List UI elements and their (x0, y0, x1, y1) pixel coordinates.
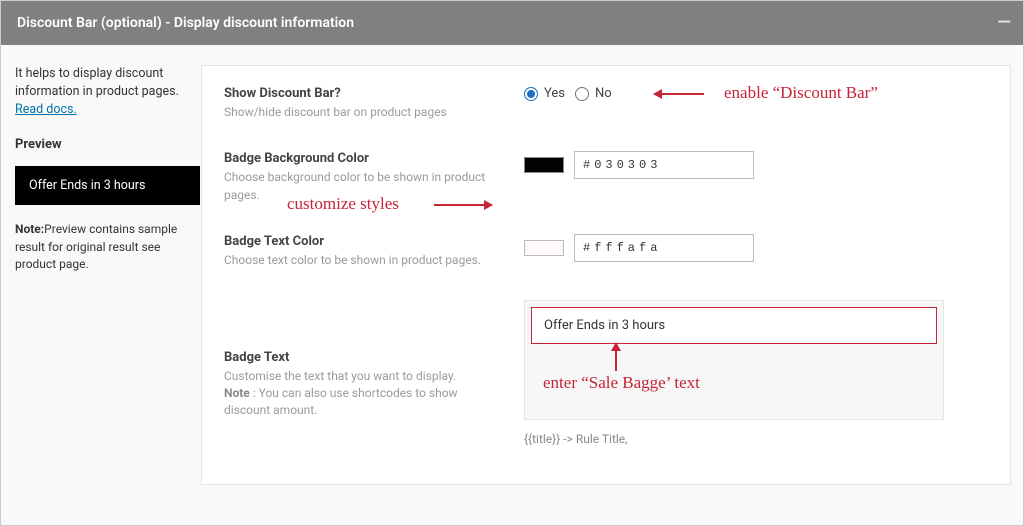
shortcode-hint: {{title}} -> Rule Title, (524, 432, 988, 446)
desc-badgetext-line1: Customise the text that you want to disp… (224, 369, 456, 383)
control-show-bar: Yes No enable “Discount Bar” (524, 86, 988, 101)
desc-show-bar: Show/hide discount bar on product pages (224, 104, 504, 121)
bg-color-input[interactable] (574, 151, 754, 179)
text-color-input[interactable] (574, 234, 754, 262)
annotation-sale: enter “Sale Bagge’ text (543, 373, 700, 393)
radio-yes[interactable] (524, 87, 538, 101)
label-bg: Badge Background Color (224, 151, 504, 166)
badge-text-input[interactable] (531, 307, 937, 344)
read-docs-link[interactable]: Read docs. (15, 102, 77, 117)
label-block-textcolor: Badge Text Color Choose text color to be… (224, 234, 524, 269)
label-block-show-bar: Show Discount Bar? Show/hide discount ba… (224, 86, 524, 121)
collapse-icon[interactable]: — (997, 14, 1011, 32)
control-textcolor (524, 234, 988, 262)
desc-bg: Choose background color to be shown in p… (224, 169, 504, 204)
row-badge-text: Badge Text Customise the text that you w… (224, 300, 988, 446)
preview-note-bold: Note: (15, 222, 44, 236)
label-block-badgetext: Badge Text Customise the text that you w… (224, 300, 524, 420)
desc-badgetext-notebold: Note (224, 386, 250, 400)
desc-textcolor: Choose text color to be shown in product… (224, 252, 504, 269)
sidebar-intro-text: It helps to display discount information… (15, 66, 179, 99)
radio-no[interactable] (575, 87, 589, 101)
control-badgetext: enter “Sale Bagge’ text {{title}} -> Rul… (524, 300, 988, 446)
panel-body: It helps to display discount information… (1, 45, 1023, 525)
desc-badgetext-line2: : You can also use shortcodes to show di… (224, 386, 458, 417)
discount-bar-panel: Discount Bar (optional) - Display discou… (0, 0, 1024, 526)
radio-no-label[interactable]: No (595, 86, 612, 101)
panel-title: Discount Bar (optional) - Display discou… (17, 15, 354, 31)
preview-badge: Offer Ends in 3 hours (15, 166, 200, 205)
badge-text-wrap: enter “Sale Bagge’ text (524, 300, 944, 420)
row-bg-color: Badge Background Color Choose background… (224, 151, 988, 204)
control-bg (524, 151, 988, 179)
radio-yes-label[interactable]: Yes (544, 86, 565, 101)
annotation-arrow-styles (434, 204, 492, 206)
desc-badgetext: Customise the text that you want to disp… (224, 368, 504, 420)
radio-group-show-bar: Yes No (524, 86, 988, 101)
label-badgetext: Badge Text (224, 350, 504, 365)
settings-form: Show Discount Bar? Show/hide discount ba… (201, 65, 1011, 485)
annotation-arrow-sale (615, 343, 617, 371)
bg-color-swatch[interactable] (524, 157, 564, 173)
label-block-bg: Badge Background Color Choose background… (224, 151, 524, 204)
row-text-color: Badge Text Color Choose text color to be… (224, 234, 988, 269)
panel-header[interactable]: Discount Bar (optional) - Display discou… (1, 1, 1023, 45)
text-color-swatch[interactable] (524, 240, 564, 256)
row-show-bar: Show Discount Bar? Show/hide discount ba… (224, 86, 988, 121)
label-show-bar: Show Discount Bar? (224, 86, 504, 101)
preview-heading: Preview (15, 137, 187, 152)
label-textcolor: Badge Text Color (224, 234, 504, 249)
sidebar: It helps to display discount information… (1, 65, 201, 485)
preview-note: Note:Preview contains sample result for … (15, 221, 187, 273)
sidebar-intro: It helps to display discount information… (15, 65, 187, 119)
